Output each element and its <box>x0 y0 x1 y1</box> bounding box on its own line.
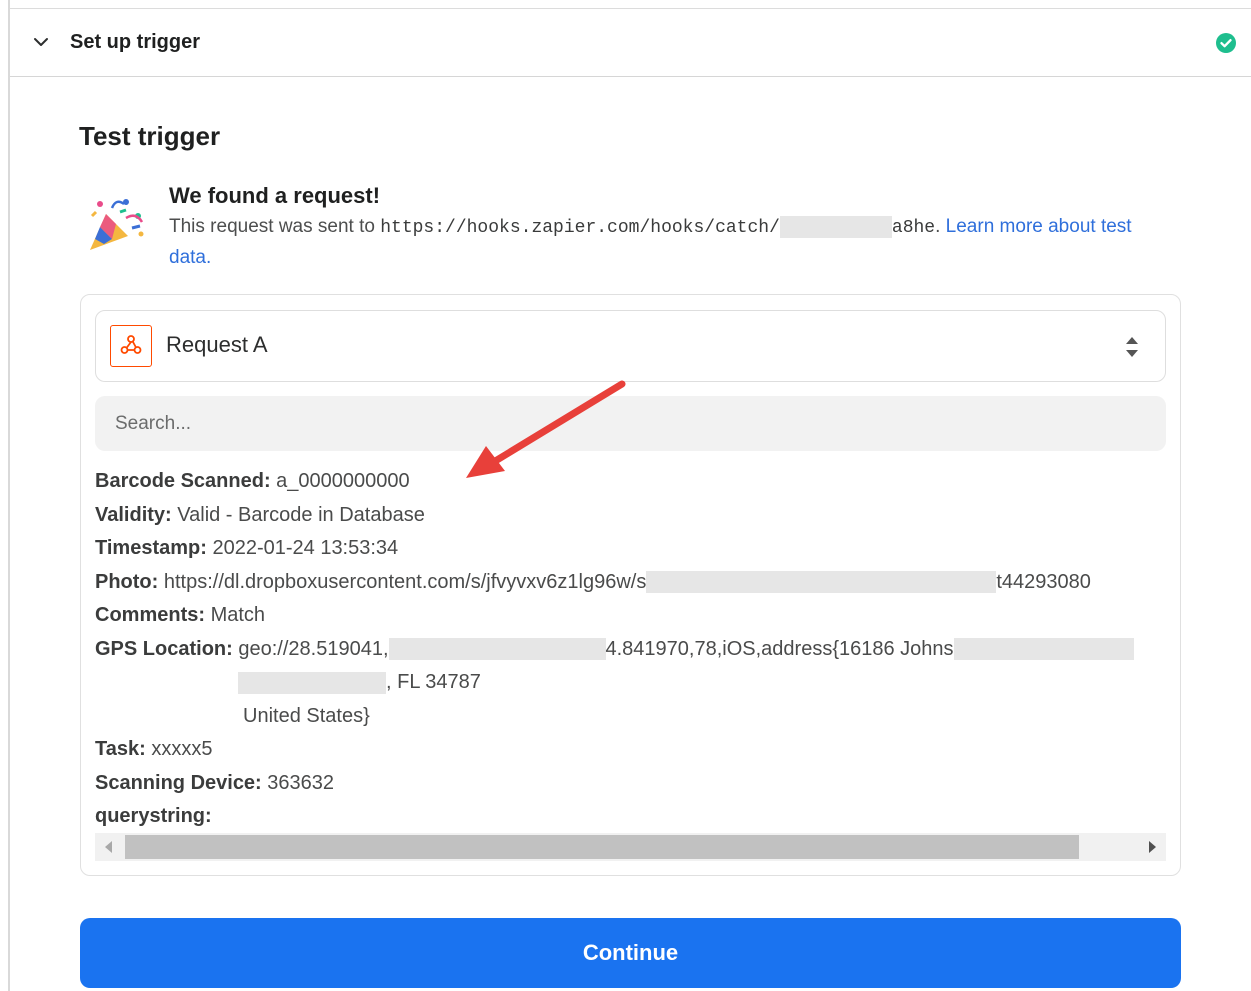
field-row: Task: xxxxx5 <box>95 738 213 760</box>
url-period: . <box>935 216 946 237</box>
search-input[interactable] <box>95 396 1166 451</box>
webhook-icon <box>120 335 142 354</box>
section-title: Test trigger <box>79 121 221 151</box>
chevron-down-icon[interactable] <box>32 33 50 51</box>
webhook-app-icon <box>110 325 152 367</box>
redacted-block <box>953 638 1134 661</box>
header-title: Set up trigger <box>70 31 201 53</box>
found-request-title: We found a request! <box>169 183 381 208</box>
horizontal-scrollbar[interactable] <box>95 833 1166 861</box>
check-circle-icon <box>1216 33 1236 53</box>
field-row: GPS Location: geo://28.519041, 4.841970,7… <box>95 633 1166 667</box>
found-request-description: This request was sent to https://hooks.z… <box>169 212 1169 273</box>
field-row: Photo: https://dl.dropboxusercontent.com… <box>95 570 1091 594</box>
field-row-continued: , FL 34787 <box>95 666 1166 700</box>
webhook-url-start: https://hooks.zapier.com/hooks/catch/ <box>380 218 780 238</box>
left-border <box>8 0 10 991</box>
link-period: . <box>205 247 212 268</box>
request-fields: Barcode Scanned: a_0000000000 Validity: … <box>95 465 1166 833</box>
field-row: Validity: Valid - Barcode in Database <box>95 503 425 526</box>
field-row: Comments: Match <box>95 604 266 626</box>
field-row: Scanning Device: 363632 <box>95 771 335 794</box>
setup-trigger-header[interactable]: Set up trigger <box>10 9 1251 77</box>
field-row: Barcode Scanned: a_0000000000 <box>95 470 410 492</box>
redacted-block <box>779 215 892 238</box>
party-popper-icon <box>90 199 144 250</box>
description-prefix: This request was sent to <box>169 216 381 237</box>
continue-button[interactable]: Continue <box>80 918 1181 988</box>
redacted-block <box>238 671 386 694</box>
field-row: Timestamp: 2022-01-24 13:53:34 <box>95 537 399 559</box>
scroll-left-icon[interactable] <box>105 841 112 853</box>
field-row-continued: United States} <box>243 704 370 727</box>
request-selector[interactable]: Request A <box>95 310 1166 382</box>
scrollbar-thumb[interactable] <box>125 835 1079 859</box>
scroll-right-icon[interactable] <box>1149 841 1156 853</box>
webhook-url-end: a8he <box>891 218 936 238</box>
redacted-block <box>646 571 997 594</box>
selected-request-label: Request A <box>166 332 268 357</box>
redacted-block <box>388 638 606 661</box>
field-row: querystring: <box>95 805 212 827</box>
sort-arrows-icon[interactable] <box>1125 334 1139 360</box>
request-panel: Request A Barcode Scanned: a_0000000000 … <box>80 294 1181 876</box>
